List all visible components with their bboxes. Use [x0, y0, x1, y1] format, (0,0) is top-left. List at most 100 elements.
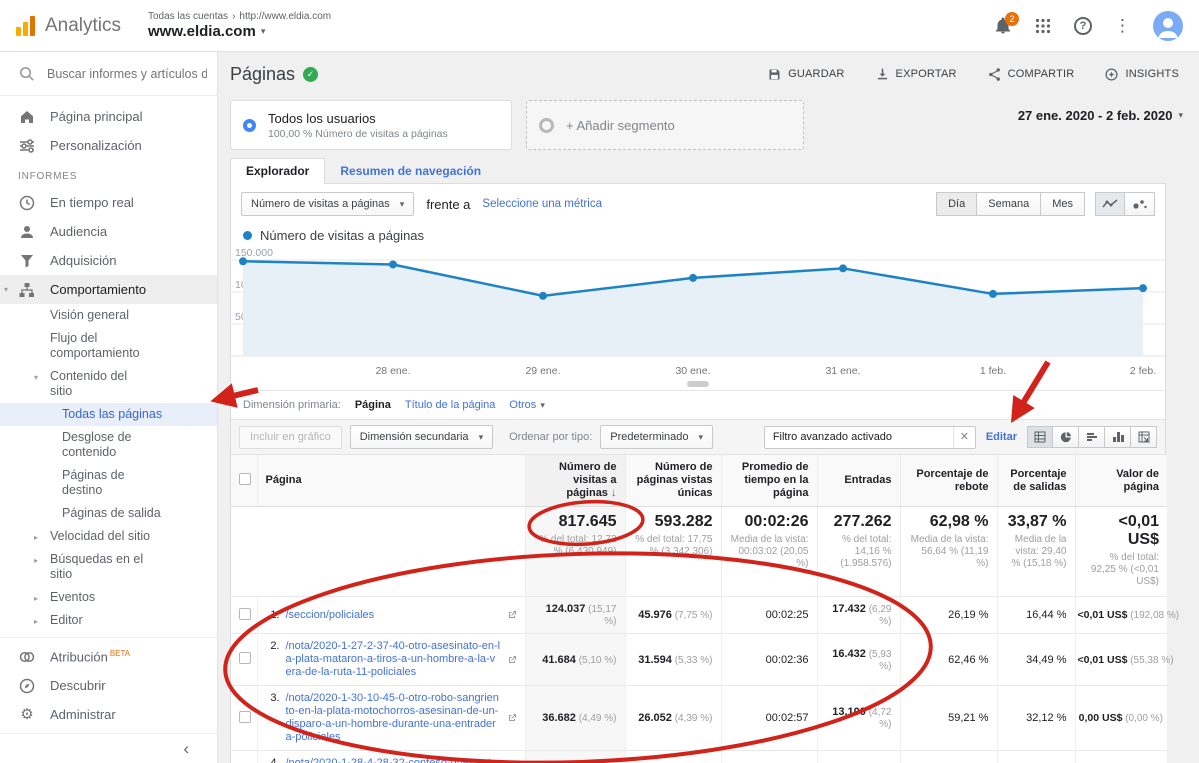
external-link-icon[interactable]	[507, 655, 517, 665]
column-header-avg-time[interactable]: Promedio de tiempo en la página	[721, 455, 817, 507]
search-input[interactable]	[47, 67, 207, 81]
sidebar-item-realtime[interactable]: En tiempo real	[0, 188, 217, 217]
user-avatar[interactable]	[1153, 11, 1183, 41]
external-link-icon[interactable]	[507, 713, 517, 723]
row-checkbox[interactable]	[239, 711, 251, 723]
granularity-day-button[interactable]: Día	[936, 192, 977, 216]
sort-type-dropdown[interactable]: Predeterminado ▾	[600, 425, 713, 449]
sidebar-item-label: AtribuciónBETA	[50, 649, 130, 664]
help-button[interactable]: ?	[1074, 17, 1092, 35]
dimension-others-dropdown[interactable]: Otros ▾	[509, 399, 544, 411]
sidebar-item-site-speed[interactable]: ▸ Velocidad del sitio	[0, 525, 217, 548]
secondary-dimension-dropdown[interactable]: Dimensión secundaria ▾	[350, 425, 493, 449]
select-metric-link[interactable]: Seleccione una métrica	[482, 198, 602, 210]
sidebar-search[interactable]	[0, 52, 217, 96]
save-icon	[767, 67, 782, 82]
tab-explorer[interactable]: Explorador	[230, 158, 325, 184]
sidebar-item-site-content[interactable]: ▾ Contenido del sitio	[0, 365, 217, 403]
sidebar-item-attribution[interactable]: AtribuciónBETA	[0, 642, 217, 671]
account-selector[interactable]: Todas las cuentas › http://www.eldia.com…	[148, 11, 331, 40]
external-link-glyph	[507, 655, 517, 665]
sidebar-item-content-drilldown[interactable]: Desglose de contenido	[0, 426, 217, 464]
sidebar-item-events[interactable]: ▸ Eventos	[0, 586, 217, 609]
share-button[interactable]: COMPARTIR	[987, 67, 1075, 82]
select-all-checkbox[interactable]	[239, 473, 251, 485]
apps-grid-button[interactable]	[1034, 17, 1052, 35]
collapsed-caret-icon[interactable]: ▸	[34, 614, 38, 629]
row-index: 2.	[266, 640, 280, 652]
clear-filter-button[interactable]: ✕	[953, 427, 975, 448]
percentage-view-button[interactable]	[1053, 426, 1079, 448]
external-link-glyph	[507, 713, 517, 723]
data-table-view-button[interactable]	[1027, 426, 1053, 448]
sidebar-item-behavior[interactable]: ▾ Comportamiento	[0, 275, 217, 304]
sidebar-item-discover[interactable]: Descubrir	[0, 671, 217, 700]
sidebar-item-customization[interactable]: Personalización	[0, 131, 217, 160]
date-range-picker[interactable]: 27 ene. 2020 - 2 feb. 2020 ▾	[1018, 100, 1183, 123]
metric-value: 00:02:57	[766, 712, 809, 724]
dimension-page-title[interactable]: Título de la página	[405, 399, 496, 411]
add-segment-button[interactable]: + Añadir segmento	[526, 100, 804, 150]
row-checkbox[interactable]	[239, 652, 251, 664]
pivot-view-button[interactable]	[1131, 426, 1157, 448]
sidebar-item-home[interactable]: Página principal	[0, 102, 217, 131]
column-header-exit-rate[interactable]: Porcentaje de salidas	[997, 455, 1075, 507]
more-options-button[interactable]: ⋮	[1114, 16, 1131, 36]
sidebar-item-exit-pages[interactable]: Páginas de salida	[0, 502, 217, 525]
sidebar-item-admin[interactable]: ⚙ Administrar	[0, 700, 217, 729]
collapsed-caret-icon[interactable]: ▸	[34, 530, 38, 545]
table-row: 2. /nota/2020-1-27-2-37-40-otro-asesinato…	[231, 634, 1167, 686]
page-link[interactable]: /nota/2020-1-30-10-45-0-otro-robo-sangri…	[286, 692, 501, 744]
column-header-page-value[interactable]: Valor de página	[1075, 455, 1167, 507]
export-button[interactable]: EXPORTAR	[875, 67, 957, 82]
sidebar-item-site-search[interactable]: ▸ Búsquedas en el sitio	[0, 548, 217, 586]
external-link-icon[interactable]	[507, 610, 517, 620]
sidebar-item-audience[interactable]: Audiencia	[0, 217, 217, 246]
column-header-entrances[interactable]: Entradas	[817, 455, 900, 507]
table-row: 1./seccion/policiales124.037 (15,17 %)45…	[231, 597, 1167, 634]
page-link[interactable]: /seccion/policiales	[286, 609, 375, 622]
collapsed-caret-icon[interactable]: ▸	[34, 591, 38, 606]
column-header-page[interactable]: Página	[257, 455, 525, 507]
save-button[interactable]: GUARDAR	[767, 67, 844, 82]
performance-view-button[interactable]	[1079, 426, 1105, 448]
tab-navigation-summary[interactable]: Resumen de navegación	[325, 159, 496, 184]
sidebar-item-experiments[interactable]: Experimentos	[0, 632, 217, 637]
row-checkbox[interactable]	[239, 608, 251, 620]
sidebar-collapse-button[interactable]: ‹	[0, 733, 217, 763]
sidebar-item-landing-pages[interactable]: Páginas de destino	[0, 464, 217, 502]
granularity-week-button[interactable]: Semana	[977, 192, 1041, 216]
sidebar-item-all-pages[interactable]: Todas las páginas	[0, 403, 217, 426]
line-chart-view-button[interactable]	[1095, 192, 1125, 216]
page-link[interactable]: /nota/2020-1-27-2-37-40-otro-asesinato-e…	[286, 640, 501, 679]
page-link[interactable]: /nota/2020-1-28-4-28-32-confeso-que-mato…	[286, 757, 501, 763]
segment-all-users[interactable]: Todos los usuarios 100,00 % Número de vi…	[230, 100, 512, 150]
person-icon	[18, 223, 36, 241]
column-header-pageviews[interactable]: Número de visitas a páginas ↓	[525, 455, 625, 507]
sidebar-item-publisher[interactable]: ▸ Editor	[0, 609, 217, 632]
share-icon	[987, 67, 1002, 82]
granularity-month-button[interactable]: Mes	[1041, 192, 1085, 216]
metric-selector-dropdown[interactable]: Número de visitas a páginas ▾	[241, 192, 414, 216]
sidebar-item-behavior-overview[interactable]: Visión general	[0, 304, 217, 327]
expand-caret-icon[interactable]: ▾	[34, 370, 38, 385]
collapsed-caret-icon[interactable]: ▸	[34, 553, 38, 568]
column-header-bounce-rate[interactable]: Porcentaje de rebote	[900, 455, 997, 507]
external-link-glyph	[507, 610, 517, 620]
comparison-view-button[interactable]	[1105, 426, 1131, 448]
analytics-logo[interactable]: Analytics	[0, 14, 132, 38]
dimension-page[interactable]: Página	[355, 399, 391, 411]
bubble-chart-view-button[interactable]	[1125, 192, 1155, 216]
expand-caret-icon[interactable]: ▾	[4, 285, 8, 294]
column-header-unique-pageviews[interactable]: Número de páginas vistas únicas	[625, 455, 721, 507]
analytics-bars-icon	[14, 14, 38, 38]
notifications-button[interactable]: 2	[994, 17, 1012, 35]
sidebar-item-acquisition[interactable]: Adquisición	[0, 246, 217, 275]
edit-filter-link[interactable]: Editar	[986, 431, 1017, 443]
summary-page-value: <0,01 US$ % del total: 92,25 % (<0,01 US…	[1075, 507, 1167, 597]
search-icon	[18, 65, 35, 82]
plot-rows-button[interactable]: Incluir en gráfico	[239, 426, 342, 449]
sidebar-item-behavior-flow[interactable]: Flujo del comportamiento	[0, 327, 217, 365]
insights-button[interactable]: INSIGHTS	[1104, 67, 1179, 82]
chart-resize-handle[interactable]	[687, 381, 709, 387]
